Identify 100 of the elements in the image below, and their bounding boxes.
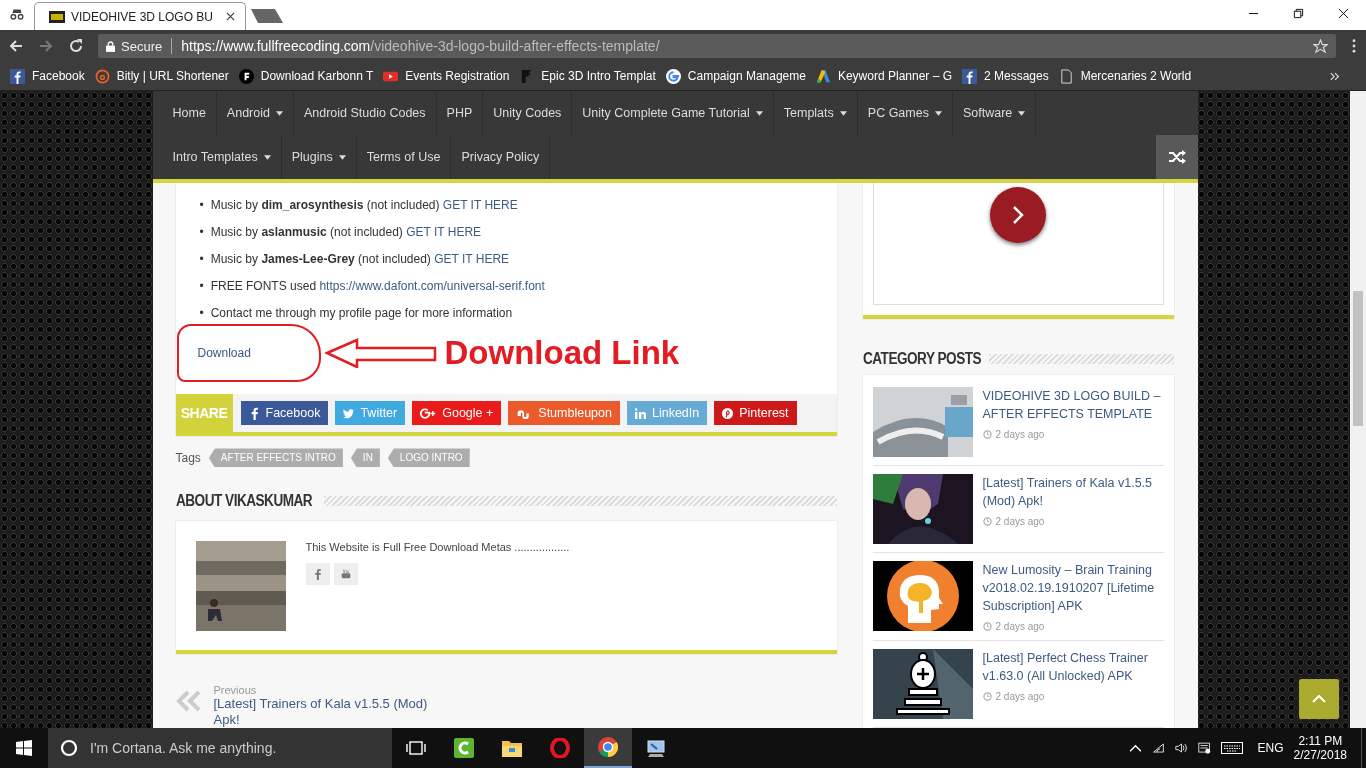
speaker-icon[interactable]	[1174, 742, 1188, 754]
bitly-icon	[94, 68, 110, 84]
post-title[interactable]: New Lumosity – Brain Training v2018.02.19.1910207 [Lifetime Subscription] APK	[982, 561, 1164, 615]
post-date: 2 days ago	[995, 691, 1045, 702]
random-post-button[interactable]	[1155, 135, 1198, 179]
bird-icon	[343, 406, 355, 420]
share-button[interactable]: Facebook	[240, 401, 329, 425]
share-button[interactable]: Google +	[412, 401, 502, 425]
post-title[interactable]: [Latest] Perfect Chess Trainer v1.63.0 (All Unlocked) APK	[982, 649, 1164, 685]
nav-item[interactable]: PHP	[436, 91, 484, 135]
keyboard-icon[interactable]	[1220, 742, 1243, 754]
link[interactable]: https://www.dafont.com/universal-serif.font	[319, 278, 545, 293]
bookmark[interactable]: Events Registration	[383, 68, 510, 84]
bullet: •	[199, 250, 204, 267]
next-button[interactable]	[990, 187, 1046, 243]
wifi-icon[interactable]	[1151, 742, 1165, 754]
social-button[interactable]	[333, 563, 358, 585]
youtube-icon	[340, 568, 351, 580]
nav-item[interactable]: Software	[952, 91, 1037, 135]
windows-start-icon[interactable]	[16, 740, 32, 756]
pinterest-icon	[722, 406, 734, 420]
caret-icon	[934, 110, 942, 116]
nav-item[interactable]: PC Games	[857, 91, 953, 135]
post-date: 2 days ago	[995, 516, 1045, 527]
chrome-icon	[598, 737, 618, 757]
scrollbar[interactable]	[1350, 91, 1366, 728]
nav-item[interactable]: Unity Codes	[483, 91, 573, 135]
download-link[interactable]: Download	[197, 346, 251, 360]
more-bookmarks-icon[interactable]	[1330, 71, 1340, 81]
incognito-icon	[8, 7, 26, 21]
caret-icon	[755, 110, 763, 116]
back-icon[interactable]	[8, 38, 24, 54]
site-favicon	[49, 10, 65, 23]
facebook-icon	[962, 68, 977, 84]
link[interactable]: GET IT HERE	[406, 224, 482, 239]
search-field[interactable]: I'm Cortana. Ask me anything.	[48, 728, 392, 768]
page-icon	[1058, 68, 1074, 84]
bullet: •	[199, 196, 204, 213]
taskbar-app[interactable]	[584, 728, 632, 768]
url-text: https://www.fullfreecoding.com/videohive-3d-logo-build-after-effects-template/	[181, 38, 660, 54]
nav-item[interactable]: Privacy Policy	[451, 135, 551, 179]
clock-date[interactable]: 2/27/2018	[1293, 748, 1347, 762]
clock-icon	[982, 622, 992, 631]
circle-f-icon	[238, 68, 254, 84]
nav-item[interactable]: Intro Templates	[162, 135, 282, 179]
caret-icon	[839, 110, 847, 116]
double-chevron-icon	[175, 690, 202, 712]
close-icon[interactable]	[1338, 8, 1349, 19]
bookmark[interactable]: 2 Messages	[962, 68, 1049, 84]
section-heading: ABOUT VIKASKUMAR	[175, 492, 312, 511]
previous-post-link[interactable]: [Latest] Trainers of Kala v1.5.5 (Mod) Apk!	[213, 696, 434, 728]
nav-item[interactable]: Plugins	[281, 135, 357, 179]
opera-icon	[550, 738, 570, 758]
cortana-circle-icon	[60, 739, 78, 757]
bookmark[interactable]: Download Karbonn T	[238, 68, 374, 84]
camtasia-icon	[454, 738, 474, 758]
nav-item[interactable]: Android Studio Codes	[293, 91, 437, 135]
menu-icon[interactable]	[1352, 39, 1356, 53]
bookmark[interactable]: Facebook	[10, 68, 85, 84]
social-button[interactable]	[305, 563, 330, 585]
post-date: 2 days ago	[995, 621, 1045, 632]
bookmark[interactable]: Mercenaries 2 World	[1058, 68, 1192, 84]
nav-item[interactable]: Unity Complete Game Tutorial	[572, 91, 774, 135]
bookmark[interactable]: Bitly | URL Shortener	[94, 68, 229, 84]
nav-item[interactable]: Templats	[773, 91, 858, 135]
caret-icon	[275, 110, 283, 116]
forward-icon[interactable]	[38, 38, 54, 54]
chevron-up-icon[interactable]	[1128, 742, 1142, 754]
tab-title: VIDEOHIVE 3D LOGO BU	[71, 9, 215, 24]
list-item: Music by dim_arosynthesis (not included) GET IT HERE	[210, 196, 518, 213]
new-tab-button[interactable]	[250, 8, 284, 24]
post-title[interactable]: VIDEOHIVE 3D LOGO BUILD – AFTER EFFECTS TEMPLATE	[982, 387, 1164, 423]
list-item: Music by aslanmusic (not included) GET IT HERE	[210, 223, 482, 240]
lock-icon	[106, 40, 115, 52]
link[interactable]: GET IT HERE	[434, 251, 510, 266]
triangle-logo-icon	[815, 68, 831, 84]
nav-item[interactable]: Home	[162, 91, 217, 135]
nav-item[interactable]: Terms of Use	[356, 135, 452, 179]
section-heading: CATEGORY POSTS	[862, 349, 981, 368]
close-icon[interactable]	[226, 12, 235, 21]
notification-icon[interactable]	[1197, 742, 1211, 754]
caret-icon	[263, 154, 271, 160]
bullet: •	[199, 304, 204, 321]
share-button[interactable]: Pinterest	[714, 401, 797, 425]
post-title[interactable]: [Latest] Trainers of Kala v1.5.5 (Mod) Apk!	[982, 474, 1164, 510]
clock-time[interactable]: 2:11 PM	[1298, 734, 1343, 748]
list-item: FREE FONTS used https://www.dafont.com/universal-serif.font	[210, 277, 545, 294]
clock-icon	[982, 692, 992, 701]
restore-icon[interactable]	[1293, 8, 1304, 19]
author-bio: This Website is Full Free Download Metas ..................	[305, 541, 570, 553]
address-bar[interactable]: Secure https://www.fullfreecoding.com/videohive-3d-logo-build-after-effects-template/	[98, 34, 1336, 58]
bookmark[interactable]: Epic 3D Intro Templat	[519, 68, 656, 84]
nav-item[interactable]: Android	[216, 91, 294, 135]
browser-tab[interactable]: VIDEOHIVE 3D LOGO BU	[34, 2, 246, 30]
star-icon[interactable]	[1313, 38, 1328, 54]
language-indicator[interactable]: ENG	[1257, 741, 1284, 755]
bookmark[interactable]: Campaign Manageme	[665, 68, 806, 84]
bookmark[interactable]: Keyword Planner – G	[815, 68, 952, 84]
link[interactable]: GET IT HERE	[442, 197, 518, 212]
reload-icon[interactable]	[68, 38, 84, 54]
